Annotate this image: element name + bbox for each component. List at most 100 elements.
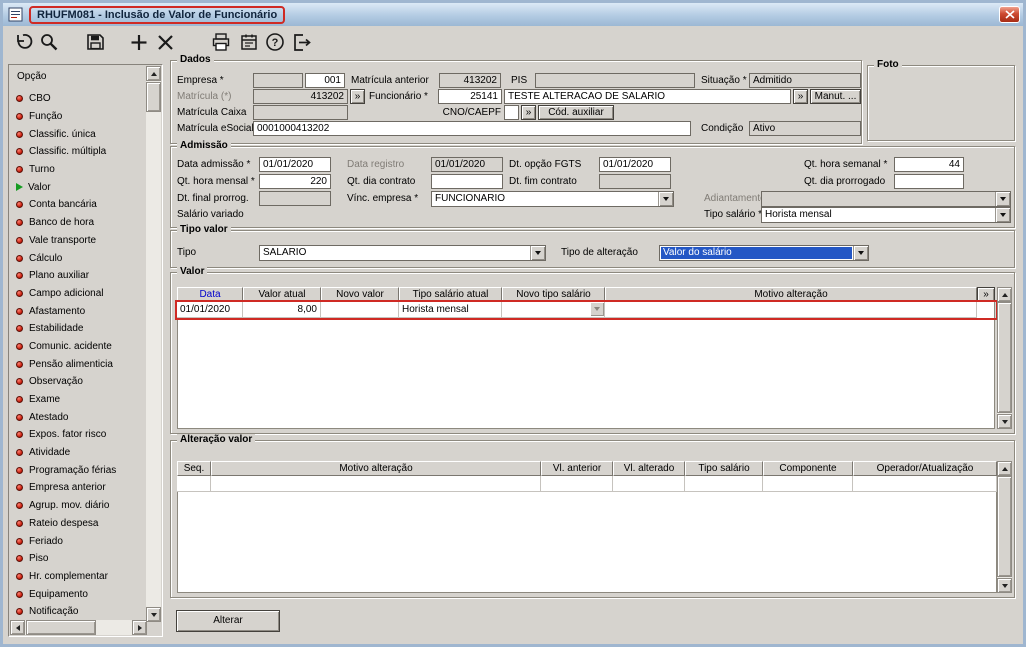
save-button[interactable] [83, 30, 107, 54]
sidebar-item-rateio-despesa[interactable]: Rateio despesa [11, 515, 145, 533]
alteracao-row-cell-0[interactable] [177, 476, 211, 492]
chevron-down-icon[interactable] [530, 246, 545, 260]
search-button[interactable] [37, 30, 61, 54]
alteracao-vertical-scrollbar[interactable] [997, 461, 1012, 593]
chevron-down-icon[interactable] [995, 208, 1010, 222]
scroll-up-icon[interactable] [997, 287, 1012, 302]
scroll-right-icon[interactable] [132, 620, 147, 635]
sidebar-item-classific-multipla[interactable]: Classific. múltipla [11, 143, 145, 161]
valor-row-cell-5[interactable] [605, 302, 977, 318]
undo-button[interactable] [11, 30, 35, 54]
print-button[interactable] [209, 30, 233, 54]
tipo-combo[interactable]: SALARIO [259, 245, 546, 261]
sidebar-item-atestado[interactable]: Atestado [11, 408, 145, 426]
sidebar-item-observacao[interactable]: Observação [11, 373, 145, 391]
valor-more-button[interactable]: » [977, 287, 995, 302]
valor-row-cell-1[interactable]: 8,00 [243, 302, 321, 318]
sidebar-item-classific-unica[interactable]: Classific. única [11, 125, 145, 143]
matricula-lookup-button[interactable]: » [350, 89, 365, 104]
scroll-up-icon[interactable] [146, 66, 161, 81]
field-matricula-esocial[interactable]: 0001000413202 [253, 121, 691, 136]
sidebar-item-banco-de-hora[interactable]: Banco de hora [11, 214, 145, 232]
tipo-salario-combo[interactable]: Horista mensal [761, 207, 1011, 223]
sidebar-item-funcao[interactable]: Função [11, 108, 145, 126]
tipo-alteracao-combo[interactable]: Valor do salário [659, 245, 869, 261]
vinc-empresa-combo[interactable]: FUNCIONARIO [431, 191, 674, 207]
sidebar-item-programacao-ferias[interactable]: Programação férias [11, 461, 145, 479]
exit-button[interactable] [289, 30, 313, 54]
chevron-down-icon[interactable] [658, 192, 673, 206]
add-button[interactable] [127, 30, 151, 54]
close-button[interactable] [999, 6, 1020, 23]
field-empresa[interactable]: 001 [305, 73, 345, 88]
manut-button[interactable]: Manut. ... [810, 89, 861, 104]
valor-row-cell-3[interactable]: Horista mensal [399, 302, 502, 318]
sidebar-item-calculo[interactable]: Cálculo [11, 249, 145, 267]
field-qt-dia-contrato[interactable] [431, 174, 503, 189]
alteracao-row-cell-5[interactable] [763, 476, 853, 492]
valor-row-cell-0[interactable]: 01/01/2020 [177, 302, 243, 318]
sidebar-item-piso[interactable]: Piso [11, 550, 145, 568]
sidebar-item-empresa-anterior[interactable]: Empresa anterior [11, 479, 145, 497]
sidebar-item-plano-auxiliar[interactable]: Plano auxiliar [11, 267, 145, 285]
sidebar-item-conta-bancaria[interactable]: Conta bancária [11, 196, 145, 214]
field-qt-hora-mensal[interactable]: 220 [259, 174, 331, 189]
valor-row[interactable]: 01/01/2020 8,00 Horista mensal [177, 302, 977, 318]
scroll-down-icon[interactable] [146, 607, 161, 622]
scroll-up-icon[interactable] [997, 461, 1012, 476]
field-dt-opcao-fgts[interactable]: 01/01/2020 [599, 157, 671, 172]
sidebar-item-notificacao[interactable]: Notificação [11, 603, 145, 616]
alteracao-row-cell-6[interactable] [853, 476, 997, 492]
field-qt-dia-prorrogado[interactable] [894, 174, 964, 189]
scrollbar-thumb[interactable] [997, 302, 1012, 413]
sidebar-item-estabilidade[interactable]: Estabilidade [11, 320, 145, 338]
field-cno-caepf[interactable] [504, 105, 519, 120]
valor-vertical-scrollbar[interactable] [997, 287, 1012, 429]
alteracao-empty-row[interactable] [177, 476, 997, 492]
field-funcionario-name[interactable]: TESTE ALTERACAO DE SALARIO [504, 89, 791, 104]
valor-row-cell-2[interactable] [321, 302, 399, 318]
sidebar-horizontal-scrollbar[interactable] [10, 620, 147, 635]
field-funcionario-code[interactable]: 25141 [438, 89, 502, 104]
cod-auxiliar-button[interactable]: Cód. auxiliar [538, 105, 614, 120]
scroll-left-icon[interactable] [10, 620, 25, 635]
alteracao-row-cell-1[interactable] [211, 476, 541, 492]
sidebar-item-equipamento[interactable]: Equipamento [11, 585, 145, 603]
valor-row-cell-4[interactable] [502, 302, 605, 318]
scroll-down-icon[interactable] [997, 578, 1012, 593]
alterar-button[interactable]: Alterar [176, 610, 280, 632]
sidebar-item-cbo[interactable]: CBO [11, 90, 145, 108]
sidebar-item-comunic-acidente[interactable]: Comunic. acidente [11, 338, 145, 356]
scrollbar-thumb[interactable] [26, 620, 96, 635]
sidebar-item-turno[interactable]: Turno [11, 161, 145, 179]
cell-combo-chevron-down-icon[interactable] [590, 302, 604, 316]
sidebar-item-pensao-alimenticia[interactable]: Pensão alimenticia [11, 355, 145, 373]
sidebar-item-campo-adicional[interactable]: Campo adicional [11, 285, 145, 303]
alteracao-row-cell-2[interactable] [541, 476, 613, 492]
alteracao-row-cell-3[interactable] [613, 476, 685, 492]
sidebar-item-hr-complementar[interactable]: Hr. complementar [11, 568, 145, 586]
sidebar-item-exame[interactable]: Exame [11, 391, 145, 409]
scroll-down-icon[interactable] [997, 414, 1012, 429]
sidebar-item-atividade[interactable]: Atividade [11, 444, 145, 462]
sidebar-item-agrup-mov-diario[interactable]: Agrup. mov. diário [11, 497, 145, 515]
alteracao-row-cell-4[interactable] [685, 476, 763, 492]
sidebar-item-label: Turno [29, 164, 55, 176]
field-qt-hora-semanal[interactable]: 44 [894, 157, 964, 172]
delete-button[interactable] [153, 30, 177, 54]
chevron-down-icon[interactable] [853, 246, 868, 260]
scrollbar-thumb[interactable] [997, 476, 1012, 577]
funcionario-lookup-button[interactable]: » [793, 89, 808, 104]
sidebar-item-expos-fator-risco[interactable]: Expos. fator risco [11, 426, 145, 444]
sidebar-vertical-scrollbar[interactable] [146, 66, 161, 622]
sidebar-item-afastamento[interactable]: Afastamento [11, 302, 145, 320]
scrollbar-thumb[interactable] [146, 82, 161, 112]
sidebar-item-valor[interactable]: Valor [11, 178, 145, 196]
field-data-admissao[interactable]: 01/01/2020 [259, 157, 331, 172]
cno-caepf-lookup-button[interactable]: » [521, 105, 536, 120]
calendar-button[interactable] [237, 30, 261, 54]
sidebar-item-vale-transporte[interactable]: Vale transporte [11, 232, 145, 250]
help-button[interactable]: ? [263, 30, 287, 54]
sidebar-item-feriado[interactable]: Feriado [11, 532, 145, 550]
title-bar[interactable]: RHUFM081 - Inclusão de Valor de Funcioná… [3, 3, 1023, 26]
